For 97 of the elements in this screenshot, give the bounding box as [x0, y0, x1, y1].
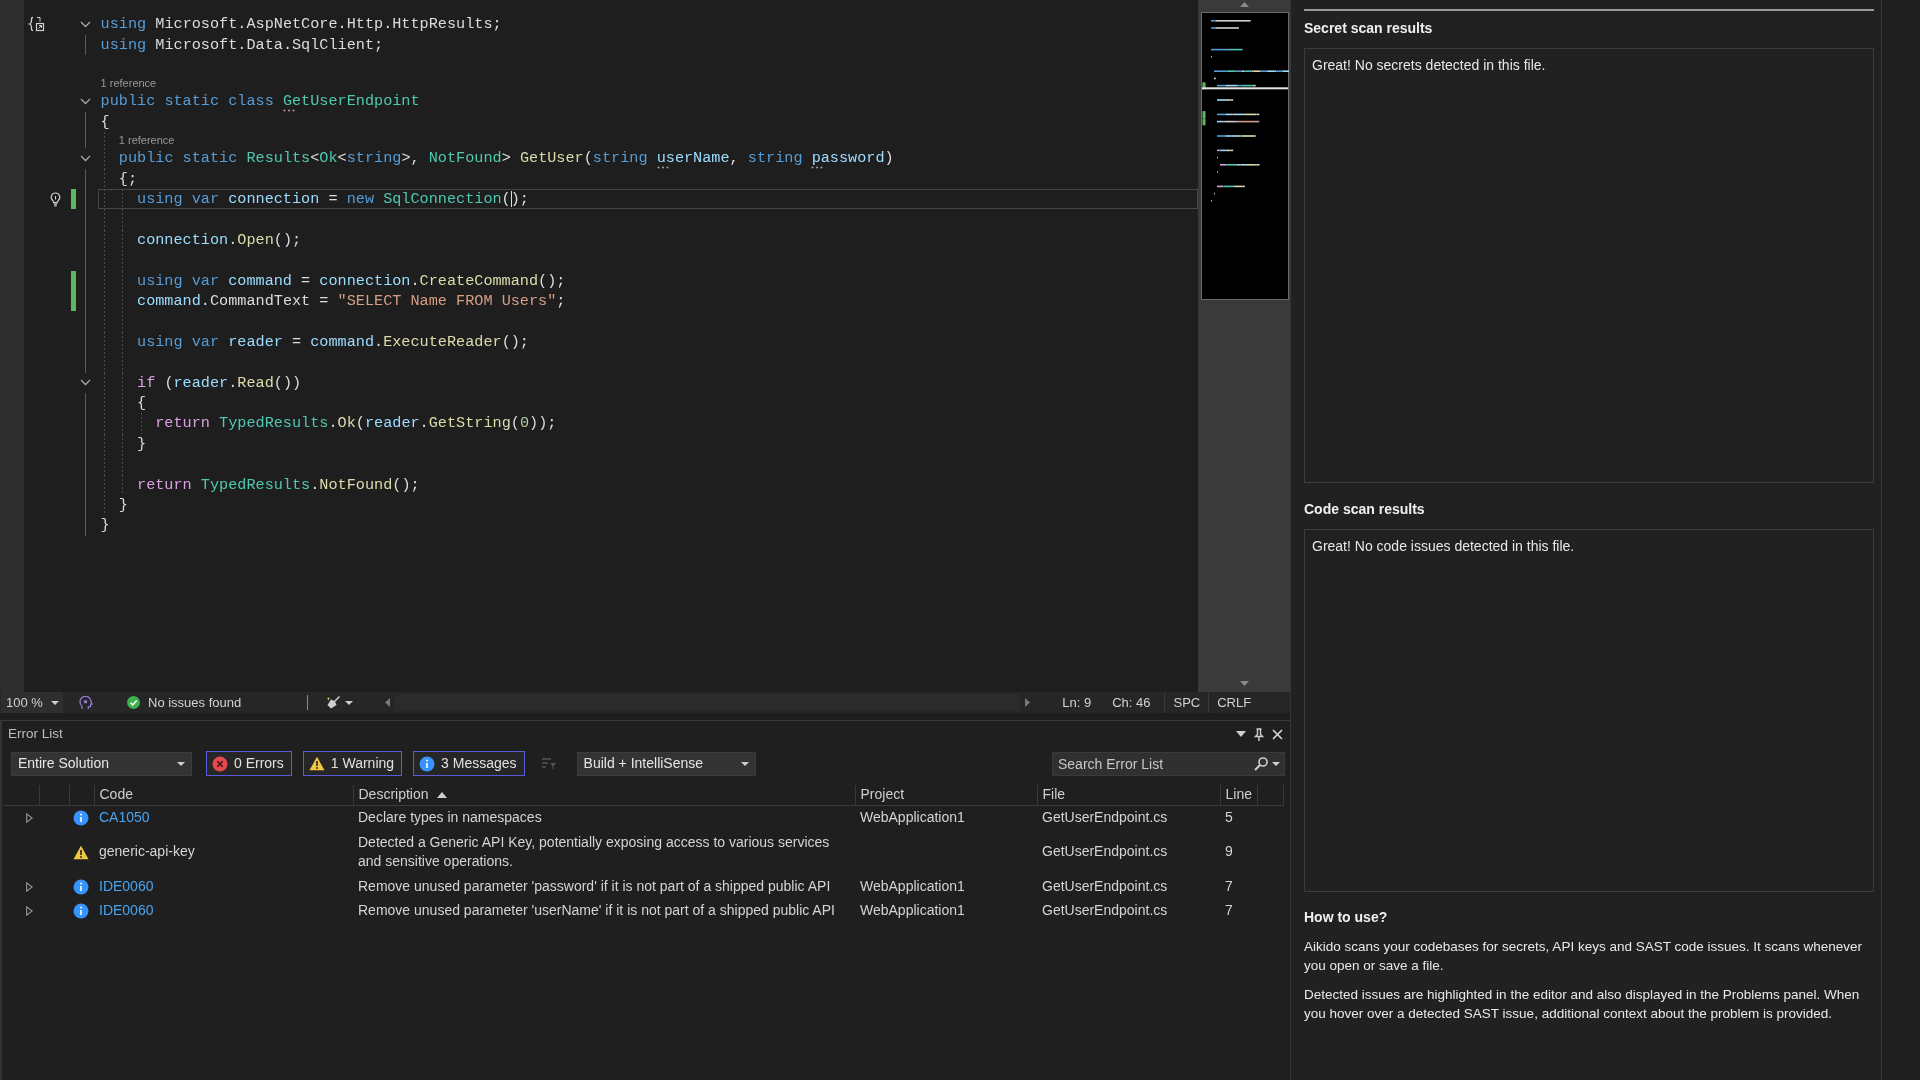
caret-icon: [345, 700, 354, 705]
close-icon[interactable]: [1272, 728, 1283, 740]
code-line: using Microsoft.Data.SqlClient;: [100, 34, 384, 56]
caret-icon: [177, 761, 185, 766]
code-line: return TypedResults.NotFound();: [137, 474, 420, 495]
expand-arrow-icon[interactable]: [26, 812, 33, 823]
filter-toggle-button[interactable]: 0 Errors: [206, 751, 292, 776]
issues-status-button[interactable]: No issues found: [127, 692, 242, 713]
source-dropdown[interactable]: Build + IntelliSense: [576, 751, 756, 776]
info-icon: [73, 878, 89, 895]
code-line: {: [100, 111, 110, 133]
expand-arrow-icon[interactable]: [26, 906, 33, 917]
info-icon: [73, 903, 89, 920]
column-header[interactable]: Description: [358, 786, 447, 804]
pin-icon[interactable]: [1254, 727, 1264, 741]
whitespace-indicator[interactable]: SPC: [1164, 692, 1209, 713]
code-cell: generic-api-key: [99, 843, 195, 860]
zoom-dropdown[interactable]: 100 %: [1, 692, 63, 713]
info-icon: [419, 755, 436, 772]
filter-toggle-button[interactable]: 1 Warning: [302, 751, 403, 776]
scroll-down-arrow-icon[interactable]: [1239, 681, 1249, 686]
chevron-down-icon[interactable]: [80, 379, 91, 387]
chevron-down-icon[interactable]: [80, 21, 91, 28]
chevron-down-icon[interactable]: [80, 98, 91, 106]
result-message: Great! No code issues detected in this file.: [1312, 537, 1576, 555]
section-title: How to use?: [1304, 908, 1389, 926]
scope-dropdown[interactable]: Entire Solution: [11, 751, 192, 776]
panel-title: Error List: [8, 725, 63, 743]
braces-icon: [28, 16, 46, 33]
chevron-down-icon[interactable]: [80, 154, 91, 162]
reference-link[interactable]: 1 reference: [100, 75, 157, 92]
scroll-right-arrow-icon[interactable]: [1025, 698, 1031, 707]
result-message: Great! No secrets detected in this file.: [1312, 56, 1547, 74]
help-paragraph: Aikido scans your codebases for secrets, API keys and SAST code issues. It scans whenever you open or save a file.: [1304, 938, 1864, 976]
line-cell: 5: [1225, 809, 1233, 825]
file-cell: GetUserEndpoint.cs: [1042, 809, 1168, 825]
search-icon: [1254, 756, 1268, 771]
filter-toggle-button[interactable]: 3 Messages: [413, 751, 525, 776]
column-header[interactable]: File: [1042, 786, 1066, 804]
code-line: command.CommandText = "SELECT Name FROM Users";: [137, 291, 566, 312]
cursor-column: Ch: 46: [1112, 694, 1151, 711]
project-cell: WebApplication1: [860, 809, 965, 825]
file-cell: GetUserEndpoint.cs: [1042, 877, 1168, 894]
code-line: using var reader = command.ExecuteReader();: [137, 331, 529, 353]
code-line: if (reader.Read()): [137, 372, 302, 393]
lightbulb-icon[interactable]: [50, 191, 61, 207]
warning-icon: [308, 756, 325, 771]
code-line: public static Results<Ok<string>, NotFound> GetUser(string userName, string password): [118, 148, 894, 169]
description-cell: Remove unused parameter 'password' if it is not part of a shipped public API: [358, 877, 831, 894]
description-cell: Remove unused parameter 'userName' if it is not part of a shipped public API: [358, 902, 835, 919]
reference-link[interactable]: 1 reference: [118, 132, 175, 149]
line-cell: 7: [1225, 877, 1233, 894]
warning-icon: [73, 844, 89, 860]
caret-icon: [740, 761, 749, 766]
code-line: {;: [118, 168, 138, 190]
expand-arrow-icon[interactable]: [26, 881, 33, 892]
line-cell: 7: [1225, 902, 1233, 919]
section-title: Code scan results: [1304, 500, 1426, 518]
description-cell: Detected a Generic API Key, potentially exposing access to various services and sensitive operations.: [358, 833, 830, 870]
dropdown-caret-icon[interactable]: [1236, 731, 1246, 737]
code-line: using var command = connection.CreateCommand();: [137, 270, 566, 291]
code-line: using Microsoft.AspNetCore.Http.HttpResults;: [100, 14, 502, 35]
line-ending-indicator[interactable]: CRLF: [1208, 692, 1260, 713]
code-line: public static class GetUserEndpoint: [100, 91, 420, 112]
check-circle-icon: [127, 696, 140, 709]
code-line: return TypedResults.Ok(reader.GetString(0));: [155, 413, 557, 434]
caret-icon: [51, 700, 59, 705]
help-paragraph: Detected issues are highlighted in the editor and also displayed in the Problems panel. When you hover over a detected SAST issue, additional context about the problem is provided.: [1304, 986, 1861, 1024]
column-header[interactable]: Line: [1225, 786, 1252, 804]
file-cell: GetUserEndpoint.cs: [1042, 902, 1168, 919]
error-icon: [212, 755, 228, 772]
cursor-line: Ln: 9: [1062, 694, 1092, 711]
code-link[interactable]: IDE0060: [99, 902, 154, 919]
file-cell: GetUserEndpoint.cs: [1042, 843, 1168, 860]
column-header[interactable]: Project: [860, 786, 905, 804]
head-icon[interactable]: [79, 695, 93, 710]
project-cell: WebApplication1: [860, 902, 965, 919]
caret-icon: [1272, 761, 1280, 766]
section-title: Secret scan results: [1304, 20, 1434, 37]
code-link[interactable]: IDE0060: [99, 877, 154, 894]
code-line: connection.Open();: [137, 229, 302, 251]
code-line: using var connection = new SqlConnection();: [137, 189, 529, 210]
column-header[interactable]: Code: [99, 786, 133, 804]
code-line: {: [137, 392, 147, 414]
search-field[interactable]: Search Error List: [1052, 751, 1285, 776]
description-cell: Declare types in namespaces: [358, 809, 542, 825]
code-link[interactable]: CA1050: [99, 809, 150, 825]
code-line: }: [118, 494, 128, 516]
project-cell: WebApplication1: [860, 877, 965, 894]
code-minimap[interactable]: [1201, 12, 1289, 300]
code-line: }: [137, 433, 147, 455]
broom-icon: [326, 695, 342, 710]
line-cell: 9: [1225, 843, 1233, 860]
info-icon: [73, 809, 89, 826]
code-line: }: [100, 515, 110, 536]
scroll-up-arrow-icon[interactable]: [1239, 2, 1249, 7]
scroll-left-arrow-icon[interactable]: [385, 698, 391, 707]
